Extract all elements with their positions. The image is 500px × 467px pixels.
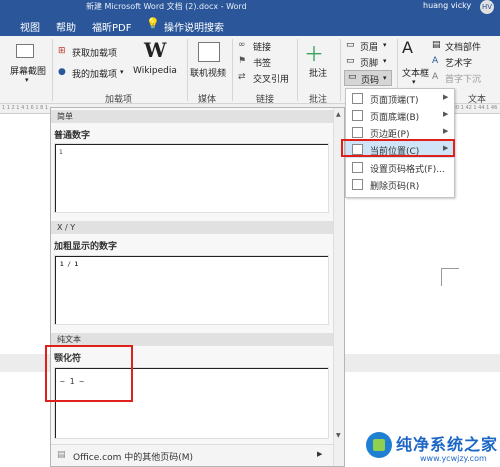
video-icon: [198, 42, 220, 62]
quick-parts-icon: ▤: [432, 40, 441, 50]
get-addins-button[interactable]: 获取加载项: [72, 46, 117, 59]
office-icon: ▤: [57, 450, 66, 460]
wikipedia-icon: W: [144, 38, 167, 62]
tab-help[interactable]: 帮助: [56, 19, 76, 34]
page-bottom-icon: [352, 110, 363, 121]
page-number-button[interactable]: ▭ 页码 ▾: [344, 70, 392, 86]
watermark-logo-icon: [366, 432, 392, 458]
wordart-icon: A: [432, 56, 439, 66]
comment-button[interactable]: 批注: [309, 66, 327, 79]
store-icon: ⊞: [58, 46, 66, 56]
gallery-item-bold-number[interactable]: 1 / 1: [54, 255, 329, 325]
camera-icon: [16, 44, 34, 58]
more-page-numbers-link: Office.com 中的其他页码(M): [73, 453, 194, 463]
footer-button[interactable]: 页脚: [360, 56, 378, 69]
quick-parts-button[interactable]: 文档部件: [445, 40, 481, 53]
page-number-label: 页码: [361, 76, 380, 86]
bookmark-icon: ⚑: [238, 56, 247, 66]
menu-item-bottom-of-page[interactable]: 页面底端(B) ▶: [346, 107, 454, 124]
highlight-current-position: [341, 139, 455, 157]
page-number-gallery: 简单 普通数字 1 X / Y 加粗显示的数字 1 / 1 纯文本 颚化符 ~ …: [50, 107, 345, 467]
scroll-down-icon[interactable]: ▼: [336, 432, 341, 439]
menu-item-format-page-numbers[interactable]: 设置页码格式(F)...: [346, 159, 454, 176]
sample-page-number: 1: [59, 149, 63, 156]
format-icon: [352, 162, 363, 173]
gallery-scrollbar[interactable]: ▲ ▼: [333, 108, 344, 466]
footer-icon: ▭: [346, 56, 355, 66]
wordart-button[interactable]: 艺术字: [445, 56, 472, 69]
title-bar: 新建 Microsoft Word 文档 (2).docx - Word hua…: [0, 0, 500, 14]
header-button[interactable]: 页眉: [360, 40, 378, 53]
chevron-down-icon: ▾: [412, 78, 416, 86]
chevron-down-icon: ▾: [25, 76, 29, 84]
lightbulb-icon: 💡: [146, 17, 160, 30]
remove-icon: [352, 179, 363, 190]
gallery-item-plain-number[interactable]: 1: [54, 143, 329, 213]
my-addins-button[interactable]: 我的加载项: [72, 67, 117, 80]
page-number-icon: ▭: [348, 72, 357, 82]
submenu-arrow-icon: ▶: [443, 110, 449, 118]
user-name[interactable]: huang vicky: [423, 1, 471, 10]
chevron-down-icon: ▾: [383, 41, 387, 49]
watermark-brand: 纯净系统之家: [396, 435, 499, 454]
cross-reference-icon: ⇄: [238, 72, 246, 82]
cross-reference-button[interactable]: 交叉引用: [253, 72, 289, 85]
gallery-section-header: X / Y: [51, 221, 334, 234]
chevron-down-icon: ▾: [383, 57, 387, 65]
watermark-url: www.ycwjzy.com: [420, 454, 487, 463]
submenu-arrow-icon: ▶: [443, 93, 449, 101]
tab-view[interactable]: 视图: [20, 19, 40, 34]
online-video-button[interactable]: 联机视频: [190, 66, 226, 79]
gallery-footer[interactable]: ▤ Office.com 中的其他页码(M) ▶: [51, 444, 334, 466]
sample-page-number: 1 / 1: [60, 261, 79, 268]
gallery-item-name: 加粗显示的数字: [54, 242, 118, 252]
ruler-left-ticks: 1 1 2 1 4 1 6 1 8 1: [2, 105, 49, 111]
highlight-tilde-style: [45, 345, 133, 402]
menu-item-remove-page-numbers[interactable]: 删除页码(R): [346, 176, 454, 193]
link-button[interactable]: 链接: [253, 40, 271, 53]
chevron-down-icon: ▾: [383, 74, 387, 82]
site-watermark: 纯净系统之家 www.ycwjzy.com: [362, 430, 500, 467]
tell-me-search[interactable]: 操作说明搜索: [164, 19, 224, 34]
submenu-arrow-icon: ▶: [443, 127, 449, 135]
gallery-section-header: 简单: [51, 110, 334, 123]
avatar[interactable]: HV: [480, 0, 494, 14]
tab-foxit-pdf[interactable]: 福昕PDF: [92, 19, 131, 34]
ribbon-tabs: 视图 帮助 福昕PDF 💡 操作说明搜索: [0, 14, 500, 36]
chevron-down-icon: ▾: [120, 68, 124, 76]
header-icon: ▭: [346, 40, 355, 50]
page-margin-icon: [352, 127, 363, 138]
page-top-icon: [352, 93, 363, 104]
addins-icon: ●: [58, 67, 66, 77]
bookmark-button[interactable]: 书签: [253, 56, 271, 69]
gallery-item-name: 普通数字: [54, 131, 91, 141]
window-title: 新建 Microsoft Word 文档 (2).docx - Word: [86, 2, 247, 11]
new-comment-icon: ＋: [304, 42, 324, 66]
wikipedia-button[interactable]: Wikipedia: [133, 66, 177, 76]
scroll-up-icon[interactable]: ▲: [336, 111, 341, 118]
dropcap-button[interactable]: 首字下沉: [445, 72, 481, 85]
submenu-arrow-icon: ▶: [317, 450, 323, 458]
menu-item-top-of-page[interactable]: 页面顶端(T) ▶: [346, 90, 454, 107]
textbox-icon: A: [402, 38, 413, 57]
link-icon: ∞: [238, 40, 246, 50]
dropcap-icon: A: [432, 72, 439, 82]
page-margin-marker: [441, 268, 459, 286]
